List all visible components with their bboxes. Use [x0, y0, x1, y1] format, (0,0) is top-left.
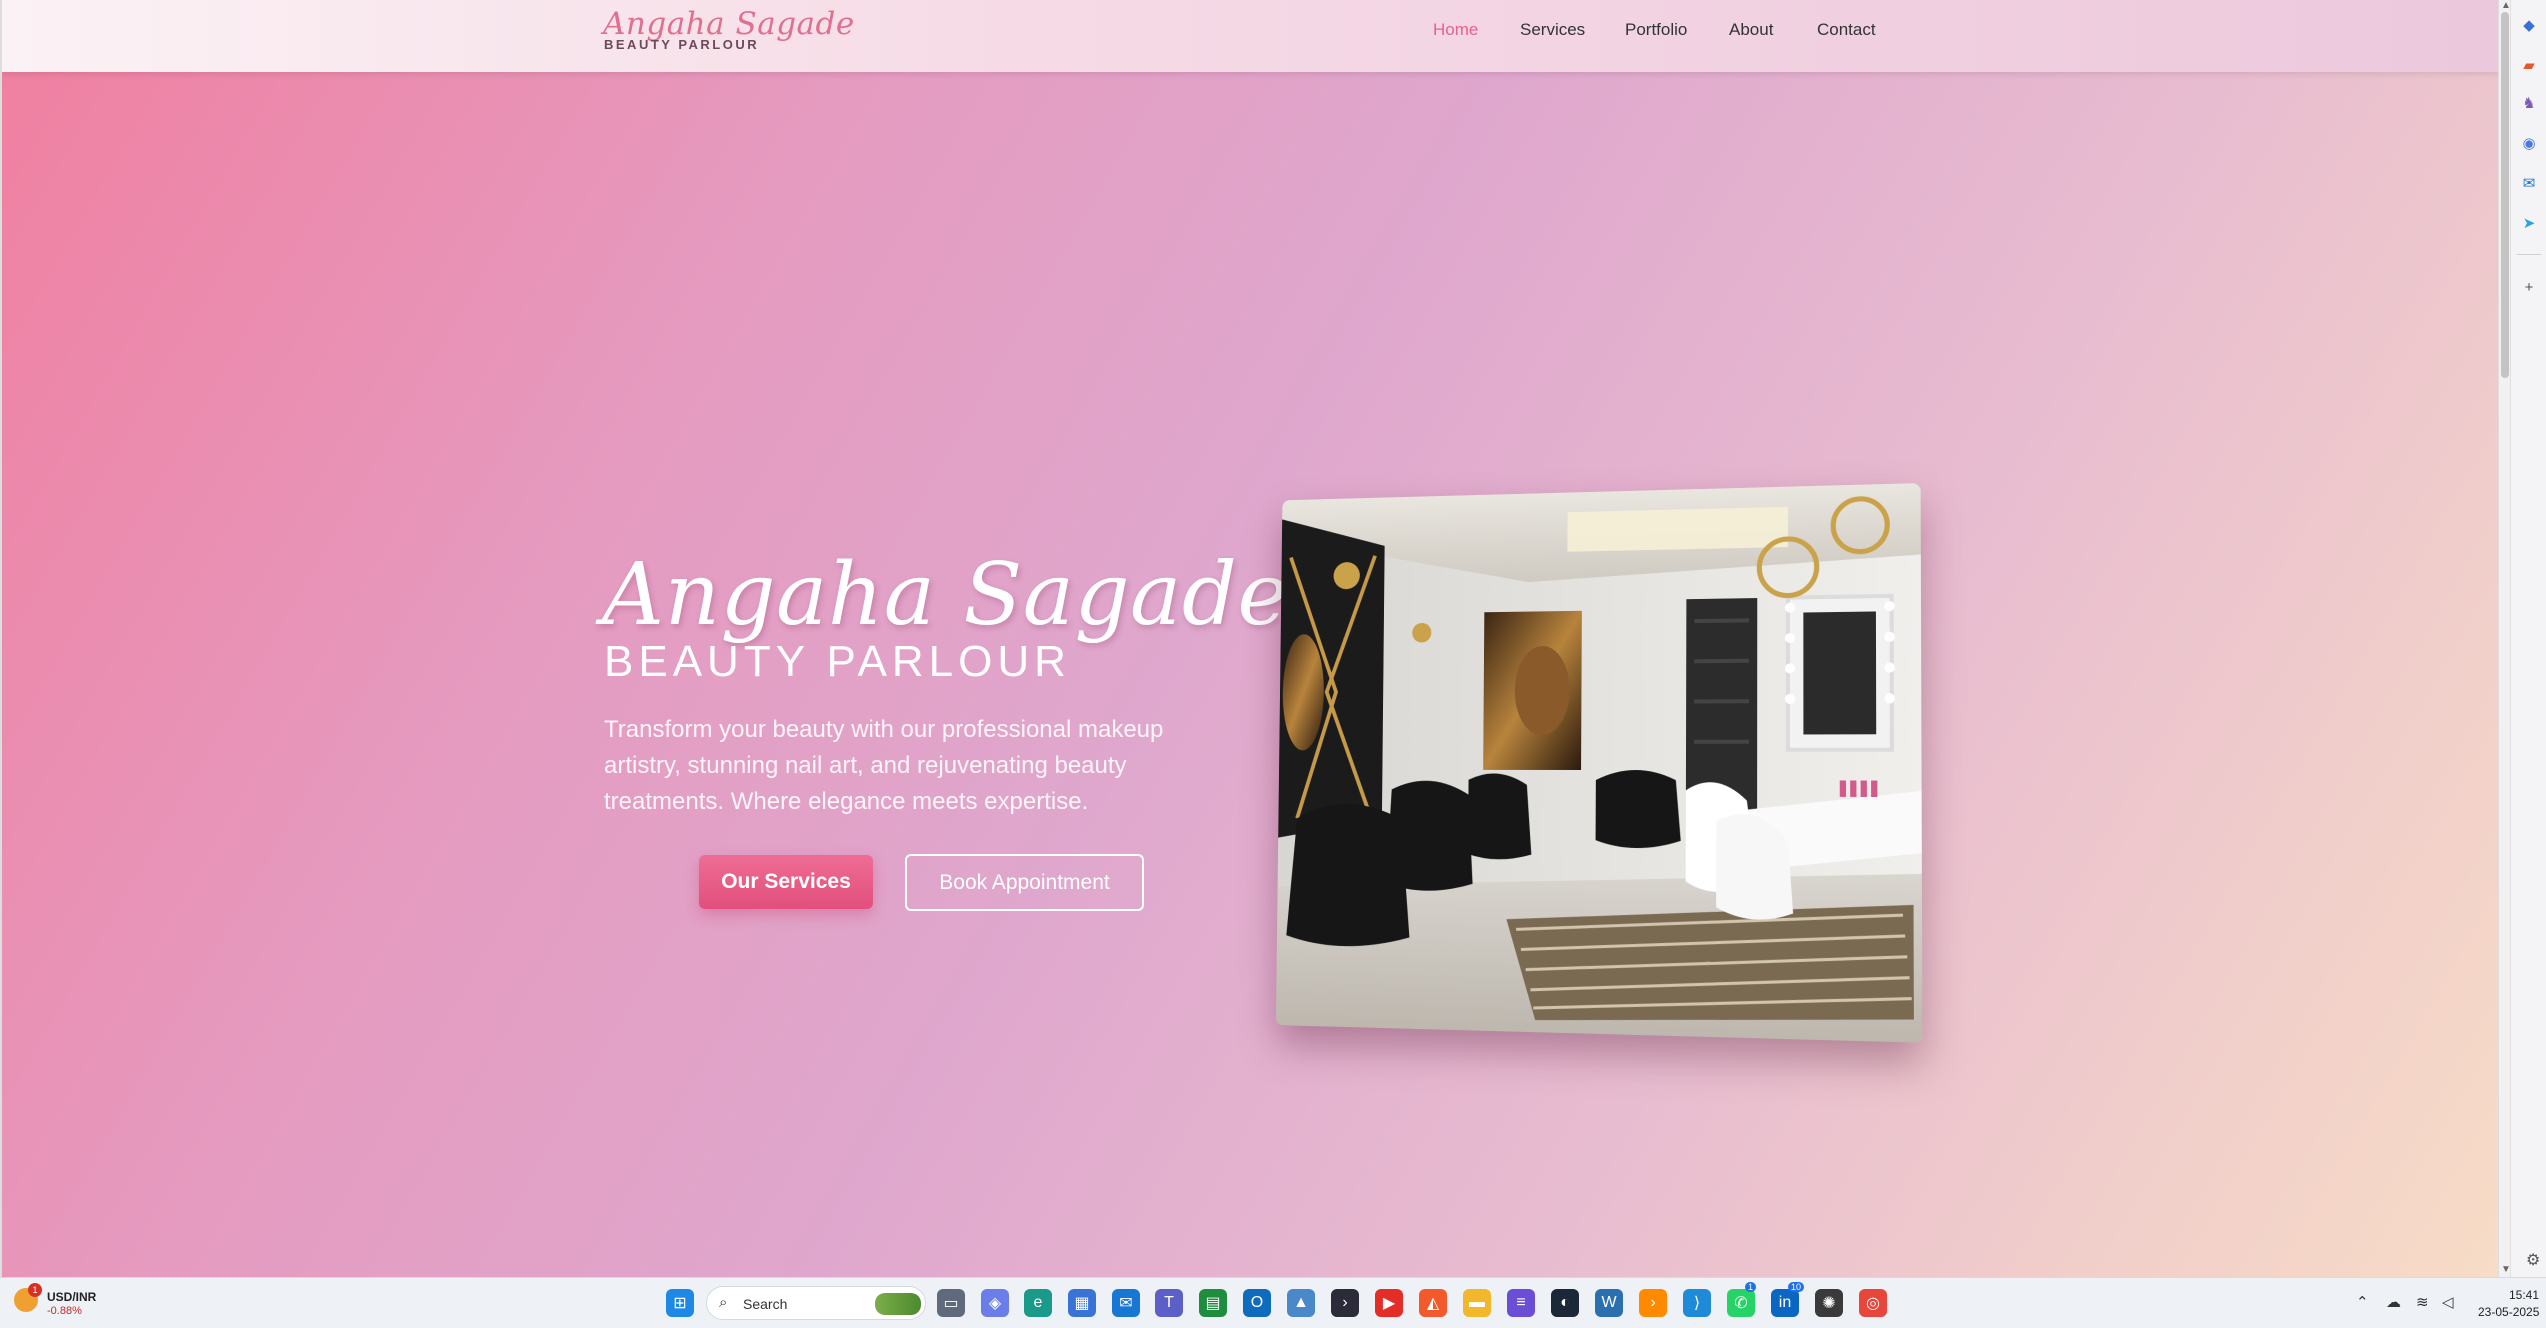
search-highlight-icon — [875, 1293, 921, 1315]
onedrive-icon[interactable]: ☁ — [2386, 1293, 2401, 1311]
widget-badge: 1 — [28, 1283, 42, 1297]
browser-viewport: Angaha Sagade BEAUTY PARLOUR Home Servic… — [0, 0, 2498, 1277]
outlook-icon[interactable]: ✉ — [2519, 174, 2539, 194]
linkedin-badge: 10 — [1788, 1282, 1805, 1292]
youtube-icon[interactable]: ▶ — [1375, 1289, 1403, 1317]
chevron-up-icon[interactable]: ⌃ — [2356, 1293, 2369, 1311]
ticker-change: -0.88% — [47, 1305, 82, 1317]
taskbar-search[interactable]: ⌕ Search — [706, 1286, 926, 1320]
nav-home[interactable]: Home — [1433, 20, 1478, 40]
linkedin-icon[interactable]: in — [1771, 1289, 1799, 1317]
copilot-app-icon[interactable]: ◈ — [981, 1289, 1009, 1317]
hero-description: Transform your beauty with our professio… — [604, 716, 1164, 815]
telegram-icon[interactable]: ➤ — [2519, 214, 2539, 234]
hero-subtitle: BEAUTY PARLOUR — [604, 637, 1071, 686]
nav-portfolio[interactable]: Portfolio — [1625, 20, 1687, 40]
whatsapp-badge: 1 — [1745, 1282, 1757, 1292]
edge-icon[interactable]: e — [1024, 1289, 1052, 1317]
outlook-app-icon[interactable]: O — [1243, 1289, 1271, 1317]
page-scrollbar[interactable]: ▲ ▼ — [2498, 0, 2511, 1277]
clock-time[interactable]: 15:41 — [2509, 1288, 2539, 1302]
m365-icon[interactable]: ◉ — [2519, 134, 2539, 154]
clock-date[interactable]: 23-05-2025 — [2478, 1305, 2539, 1319]
nav-services[interactable]: Services — [1520, 20, 1585, 40]
hero-title: Angaha Sagade — [602, 545, 1289, 645]
nav-about[interactable]: About — [1729, 20, 1773, 40]
brave-icon[interactable]: ◭ — [1419, 1289, 1447, 1317]
book-appointment-button[interactable]: Book Appointment — [905, 854, 1144, 911]
teams-icon[interactable]: T — [1155, 1289, 1183, 1317]
our-services-button[interactable]: Our Services — [699, 855, 873, 909]
photos-icon[interactable]: ▲ — [1287, 1289, 1315, 1317]
chatgpt-icon[interactable]: ✺ — [1815, 1289, 1843, 1317]
shopping-icon[interactable]: ▰ — [2519, 56, 2539, 76]
sidebar-divider — [2517, 254, 2541, 255]
whatsapp-icon[interactable]: ✆ — [1727, 1289, 1755, 1317]
terminal-icon[interactable]: › — [1331, 1289, 1359, 1317]
search-icon: ⌕ — [719, 1294, 728, 1311]
nav-contact[interactable]: Contact — [1817, 20, 1876, 40]
task-view-icon[interactable]: ▭ — [937, 1289, 965, 1317]
mail-icon[interactable]: ✉ — [1112, 1289, 1140, 1317]
store-icon[interactable]: ▦ — [1068, 1289, 1096, 1317]
add-icon[interactable]: + — [2519, 278, 2539, 298]
start-icon[interactable]: ⊞ — [666, 1289, 694, 1317]
chrome-icon[interactable]: ◎ — [1859, 1289, 1887, 1317]
windows-taskbar: 1 USD/INR -0.88% ⊞ ⌕ Search ▭ ◈ e ▦ ✉ T … — [0, 1277, 2546, 1328]
settings-gear-icon[interactable]: ⚙ — [2526, 1250, 2540, 1270]
sheets-icon[interactable]: ▤ — [1199, 1289, 1227, 1317]
copilot-icon[interactable]: ◆ — [2519, 16, 2539, 36]
edge-sidebar: ◆ ▰ ♞ ◉ ✉ ➤ + — [2510, 0, 2546, 1277]
wifi-icon[interactable]: ≋ — [2416, 1293, 2429, 1311]
scrollbar-thumb[interactable] — [2501, 12, 2509, 378]
sublime-icon[interactable]: › — [1639, 1289, 1667, 1317]
file-explorer-icon[interactable]: ▬ — [1463, 1289, 1491, 1317]
salon-illustration — [1275, 483, 1923, 1043]
site-navbar: Angaha Sagade BEAUTY PARLOUR Home Servic… — [2, 0, 2498, 72]
ticker-name[interactable]: USD/INR — [47, 1290, 96, 1304]
games-icon[interactable]: ♞ — [2519, 94, 2539, 114]
notepad-icon[interactable]: ≡ — [1507, 1289, 1535, 1317]
wordpress-icon[interactable]: W — [1595, 1289, 1623, 1317]
volume-icon[interactable]: ◁ — [2442, 1293, 2454, 1311]
salon-interior-image — [1275, 483, 1923, 1043]
vscode-icon[interactable]: ⟩ — [1683, 1289, 1711, 1317]
search-placeholder: Search — [743, 1296, 788, 1312]
steam-icon[interactable]: ◐ — [1551, 1289, 1579, 1317]
logo-tagline: BEAUTY PARLOUR — [604, 37, 760, 52]
